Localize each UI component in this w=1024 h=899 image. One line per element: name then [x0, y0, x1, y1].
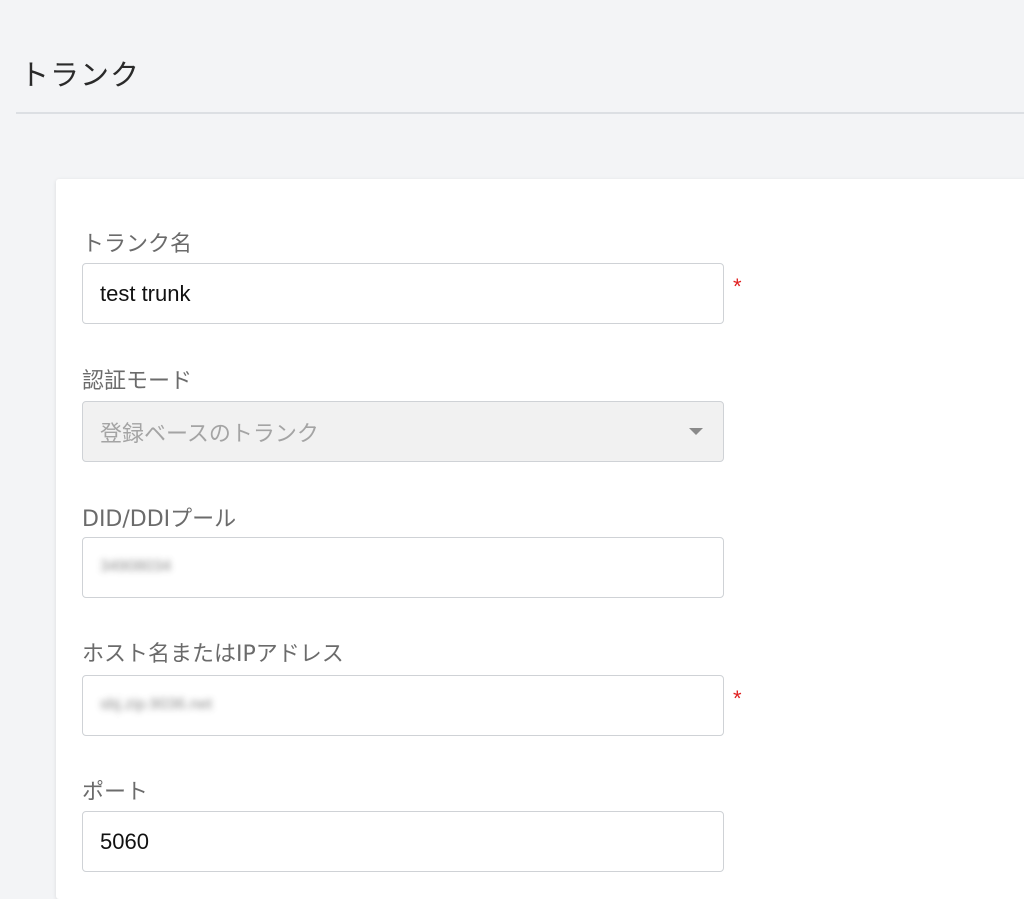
host-value: sbj.zip.9036.net [100, 696, 213, 713]
page-title: トランク [20, 58, 141, 92]
did-pool-label: DID/DDIプール [82, 507, 237, 532]
trunk-name-input[interactable]: test trunk [82, 263, 724, 324]
auth-mode-select: 登録ベースのトランク [82, 401, 724, 462]
header-divider [16, 112, 1024, 114]
trunk-name-label: トランク名 [82, 232, 193, 257]
trunk-name-required-mark: * [733, 274, 742, 299]
port-input[interactable]: 5060 [82, 811, 724, 872]
auth-mode-value: 登録ベースのトランク [100, 422, 319, 447]
trunk-name-value: test trunk [100, 281, 191, 306]
port-label: ポート [82, 780, 149, 805]
auth-mode-label: 認証モード [82, 369, 193, 394]
did-pool-input[interactable]: 34908034 [82, 537, 724, 598]
host-required-mark: * [733, 686, 742, 711]
chevron-down-icon [689, 428, 703, 435]
port-value: 5060 [100, 829, 149, 854]
did-pool-value: 34908034 [100, 558, 172, 575]
host-input[interactable]: sbj.zip.9036.net [82, 675, 724, 736]
host-label: ホスト名またはIPアドレス [82, 642, 344, 667]
page-header: トランク [0, 0, 1024, 114]
